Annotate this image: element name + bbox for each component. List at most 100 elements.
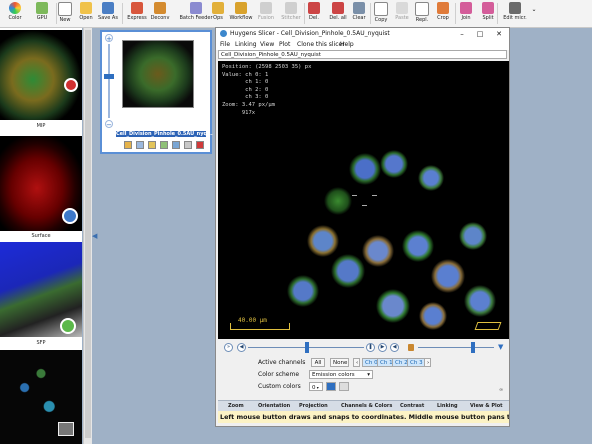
slider-knob[interactable] bbox=[104, 74, 114, 79]
crop-icon bbox=[437, 2, 449, 14]
deconv-button[interactable]: Deconv bbox=[147, 1, 173, 26]
split-icon bbox=[482, 2, 494, 14]
huygens-logo-icon bbox=[220, 30, 227, 37]
thumb-surface[interactable]: Surface bbox=[0, 136, 82, 242]
dropdown-arrow-icon: ▾ bbox=[367, 372, 370, 378]
color-scheme-label: Color scheme bbox=[258, 371, 300, 378]
tab-channels-colors[interactable]: Channels & Colors bbox=[341, 403, 392, 409]
tab-contrast[interactable]: Contrast bbox=[400, 403, 424, 409]
delete-button[interactable]: Del. bbox=[301, 1, 327, 26]
custom-colors-label: Custom colors bbox=[258, 383, 301, 390]
channel-3-toggle[interactable]: Ch 3 bbox=[407, 358, 426, 367]
maximize-icon[interactable]: □ bbox=[472, 28, 488, 40]
play-icon[interactable]: ▶ bbox=[378, 343, 387, 352]
slicer-icon bbox=[58, 422, 74, 436]
thumb-slicer[interactable] bbox=[0, 350, 82, 444]
gpu-icon bbox=[36, 2, 48, 14]
fast-forward-icon[interactable]: » bbox=[224, 343, 233, 352]
batch-icon bbox=[190, 2, 202, 14]
close-window-icon[interactable]: ✕ bbox=[491, 28, 507, 40]
params-icon[interactable] bbox=[147, 141, 156, 149]
folder-open-icon bbox=[80, 2, 92, 14]
mip-icon bbox=[64, 78, 78, 92]
thumbnail-scrollbar[interactable] bbox=[83, 28, 92, 444]
tab-projection[interactable]: Projection bbox=[299, 403, 328, 409]
workflow-button[interactable]: Workflow bbox=[228, 1, 254, 26]
info-icon[interactable] bbox=[135, 141, 144, 149]
fusion-icon bbox=[260, 2, 272, 14]
minus-icon[interactable]: − bbox=[105, 120, 113, 129]
custom-color-index[interactable]: 0 ▾ bbox=[309, 382, 323, 391]
fusion-button[interactable]: Fusion bbox=[253, 1, 279, 26]
menu-linking[interactable]: Linking bbox=[235, 41, 257, 48]
menu-bar: File Linking View Plot Clone this slicer… bbox=[216, 40, 509, 50]
minimize-icon[interactable]: – bbox=[454, 28, 470, 40]
step-back-icon[interactable]: ◀ bbox=[390, 343, 399, 352]
tab-linking[interactable]: Linking bbox=[437, 403, 458, 409]
histogram-icon[interactable] bbox=[159, 141, 168, 149]
play-pause-icon[interactable]: ❚ bbox=[366, 343, 375, 352]
thumbnail-panel: MIP Surface SFP bbox=[0, 28, 82, 444]
color-button[interactable]: Color bbox=[2, 1, 28, 26]
thumb-mip[interactable]: MIP bbox=[0, 30, 82, 134]
card-zoom-slider[interactable]: + − bbox=[104, 34, 114, 129]
crosshair bbox=[352, 195, 388, 207]
time-slider-track[interactable] bbox=[418, 347, 494, 348]
replace-icon bbox=[415, 2, 429, 16]
slicer-viewport[interactable]: Position: (2598 2503 35) px Value: ch 0:… bbox=[218, 61, 509, 339]
lock-icon[interactable] bbox=[408, 344, 414, 351]
slicer-window: Huygens Slicer - Cell_Division_Pinhole_0… bbox=[215, 27, 510, 427]
color-picker-icon[interactable] bbox=[339, 382, 349, 391]
tab-view-plot[interactable]: View & Plot bbox=[470, 403, 503, 409]
wand-icon bbox=[154, 2, 166, 14]
microscope-icon bbox=[509, 2, 521, 14]
color-scheme-select[interactable]: Emission colors ▾ bbox=[309, 370, 373, 379]
stitcher-icon bbox=[285, 2, 297, 14]
save-as-button[interactable]: Save As bbox=[95, 1, 121, 26]
image-card[interactable]: + − Cell_Division_Pinhole_0.5AU_nyq... bbox=[100, 30, 213, 154]
main-toolbar: Color GPU New Open Save As Express Decon… bbox=[0, 0, 592, 28]
sfp-icon bbox=[60, 318, 76, 334]
window-title: Huygens Slicer - Cell_Division_Pinhole_0… bbox=[230, 30, 390, 37]
zoom-icon[interactable] bbox=[171, 141, 180, 149]
clear-icon bbox=[353, 2, 365, 14]
image-path-field[interactable]: Cell_Division_Pinhole_0.5AU_nyquist bbox=[218, 50, 507, 59]
menu-plot[interactable]: Plot bbox=[279, 41, 290, 48]
edit-microscope-button[interactable]: Edit micr. bbox=[500, 1, 530, 26]
tab-orientation[interactable]: Orientation bbox=[258, 403, 290, 409]
position-readout: Position: (2598 2503 35) px Value: ch 0:… bbox=[222, 64, 312, 116]
color-scheme-value: Emission colors bbox=[312, 372, 355, 378]
toolbar-overflow-chevron-icon[interactable]: ⌄ bbox=[529, 6, 539, 31]
menu-clone[interactable]: Clone this slicer bbox=[297, 41, 345, 48]
rewind-icon[interactable]: ◀ bbox=[237, 343, 246, 352]
surface-icon bbox=[62, 208, 78, 224]
plus-icon[interactable]: + bbox=[105, 34, 113, 43]
tab-zoom[interactable]: Zoom bbox=[228, 403, 244, 409]
status-hint: Left mouse button draws and snaps to coo… bbox=[218, 411, 509, 423]
menu-file[interactable]: File bbox=[220, 41, 230, 48]
roi-box[interactable] bbox=[474, 322, 502, 330]
filter-icon[interactable]: ▼ bbox=[498, 343, 503, 351]
collapse-panel-icon[interactable]: ◀ bbox=[92, 232, 97, 240]
express-icon bbox=[131, 2, 143, 14]
scale-bar bbox=[230, 323, 290, 330]
resize-grip-icon[interactable]: ∞ bbox=[499, 387, 503, 393]
all-channels-button[interactable]: All bbox=[311, 358, 325, 367]
custom-color-swatch[interactable] bbox=[326, 382, 336, 391]
join-icon bbox=[460, 2, 472, 14]
channel-prev-icon[interactable]: ‹ bbox=[353, 358, 360, 367]
delete-icon bbox=[308, 2, 320, 14]
no-channels-button[interactable]: None bbox=[330, 358, 349, 367]
time-slider-knob[interactable] bbox=[471, 342, 475, 353]
close-icon[interactable] bbox=[195, 141, 204, 149]
z-slider-knob[interactable] bbox=[305, 342, 309, 353]
render-icon[interactable] bbox=[124, 141, 132, 149]
menu-view[interactable]: View bbox=[260, 41, 274, 48]
menu-help[interactable]: Help bbox=[340, 41, 354, 48]
share-icon[interactable] bbox=[183, 141, 192, 149]
new-file-icon bbox=[58, 2, 72, 16]
active-channels-label: Active channels bbox=[258, 359, 306, 366]
channel-next-icon[interactable]: › bbox=[424, 358, 431, 367]
thumb-sfp[interactable]: SFP bbox=[0, 242, 82, 350]
card-actions bbox=[124, 141, 206, 150]
